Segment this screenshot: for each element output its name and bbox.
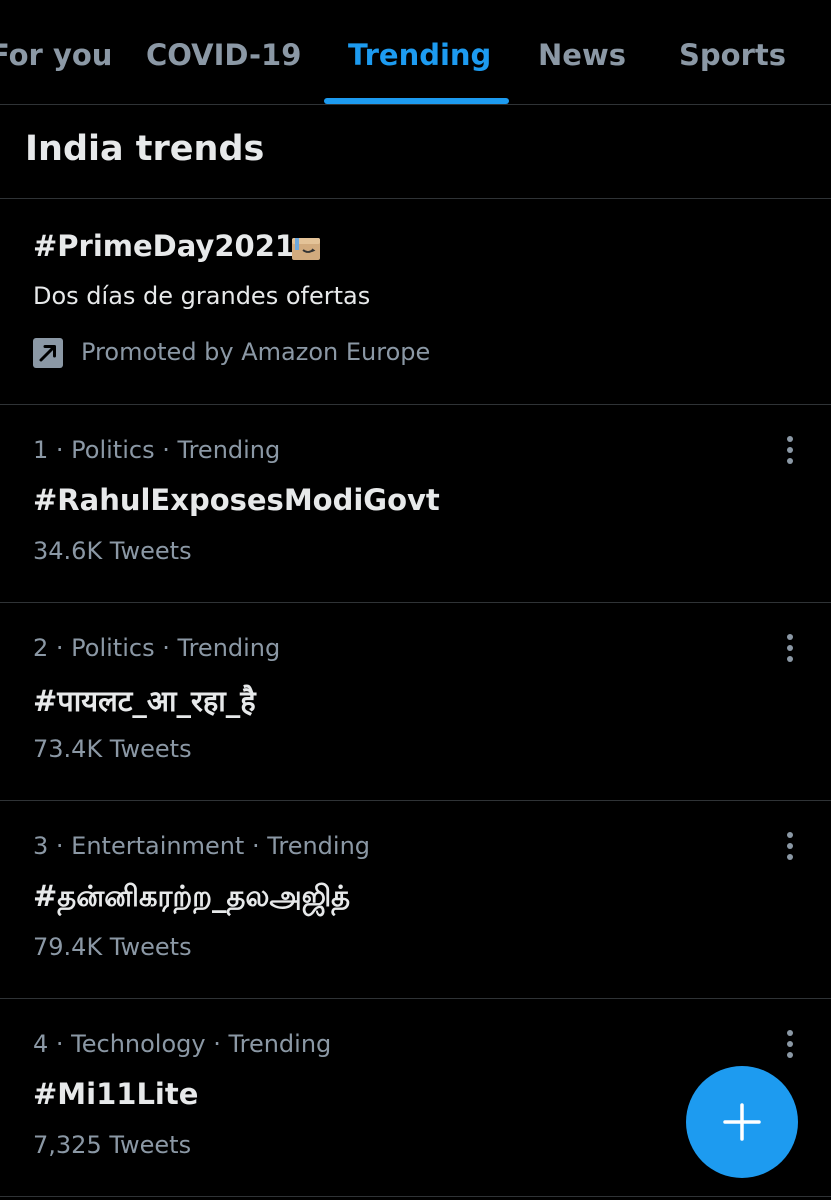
trend-name: #தன்னிகரற்ற_தலஅஜித்	[33, 879, 351, 913]
trend-item[interactable]: 3 · Entertainment · Trending #தன்னிகரற்ற…	[0, 801, 831, 999]
tab-trending[interactable]: Trending	[348, 38, 491, 72]
more-options-icon[interactable]	[776, 1027, 804, 1061]
trend-tweet-count: 79.4K Tweets	[33, 933, 192, 961]
promoted-trend-description: Dos días de grandes ofertas	[33, 282, 371, 310]
trend-meta: 2 · Politics · Trending	[33, 634, 281, 662]
trend-tweet-count: 7,325 Tweets	[33, 1131, 192, 1159]
tab-sports[interactable]: Sports	[679, 38, 786, 72]
more-options-icon[interactable]	[776, 631, 804, 665]
tab-covid-19[interactable]: COVID-19	[146, 38, 301, 72]
active-tab-indicator	[324, 98, 509, 104]
divider	[0, 1196, 831, 1197]
trend-meta: 4 · Technology · Trending	[33, 1030, 332, 1058]
compose-tweet-button[interactable]	[686, 1066, 798, 1178]
package-emoji-icon	[291, 235, 321, 261]
more-options-icon[interactable]	[776, 433, 804, 467]
tab-news[interactable]: News	[538, 38, 626, 72]
trend-name: #पायलट_आ_रहा_है	[33, 684, 256, 718]
explore-tab-bar: For you COVID-19 Trending News Sports	[0, 0, 831, 105]
trend-meta: 3 · Entertainment · Trending	[33, 832, 371, 860]
tab-for-you[interactable]: For you	[0, 38, 112, 72]
promoted-arrow-icon	[33, 338, 63, 368]
promoted-trend[interactable]: #PrimeDay2021 Dos días de grandes oferta…	[0, 199, 831, 404]
trend-tweet-count: 73.4K Tweets	[33, 735, 192, 763]
trend-item[interactable]: 1 · Politics · Trending #RahulExposesMod…	[0, 405, 831, 603]
trend-name: #Mi11Lite	[33, 1077, 199, 1111]
more-options-icon[interactable]	[776, 829, 804, 863]
trend-item[interactable]: 2 · Politics · Trending #पायलट_आ_रहा_है …	[0, 603, 831, 801]
promoted-trend-title: #PrimeDay2021	[33, 229, 296, 263]
plus-icon	[723, 1103, 761, 1141]
trend-name: #RahulExposesModiGovt	[33, 483, 440, 517]
section-title: India trends	[25, 129, 265, 169]
promoted-by-label: Promoted by Amazon Europe	[81, 338, 431, 366]
trend-tweet-count: 34.6K Tweets	[33, 537, 192, 565]
trend-meta: 1 · Politics · Trending	[33, 436, 281, 464]
